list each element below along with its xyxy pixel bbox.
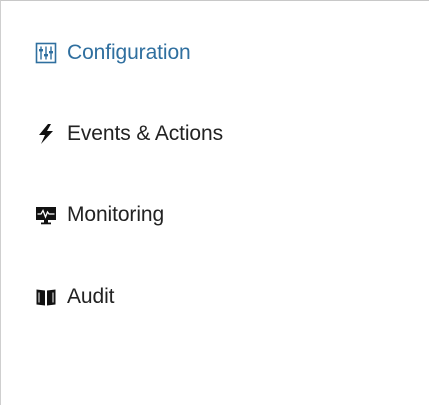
navigation-panel: Configuration Events & Actions Monitorin…: [0, 0, 429, 405]
sliders-icon: [35, 42, 57, 64]
nav-item-label: Audit: [67, 285, 115, 308]
monitor-pulse-icon: [35, 204, 57, 226]
lightning-bolt-icon: [35, 123, 57, 145]
nav-item-events-actions[interactable]: Events & Actions: [35, 119, 223, 149]
nav-item-label: Events & Actions: [67, 122, 223, 145]
open-book-icon: [35, 286, 57, 308]
nav-item-monitoring[interactable]: Monitoring: [35, 200, 164, 230]
nav-item-label: Configuration: [67, 41, 191, 64]
nav-item-audit[interactable]: Audit: [35, 282, 114, 312]
nav-item-configuration[interactable]: Configuration: [35, 38, 191, 68]
nav-item-label: Monitoring: [67, 203, 165, 226]
